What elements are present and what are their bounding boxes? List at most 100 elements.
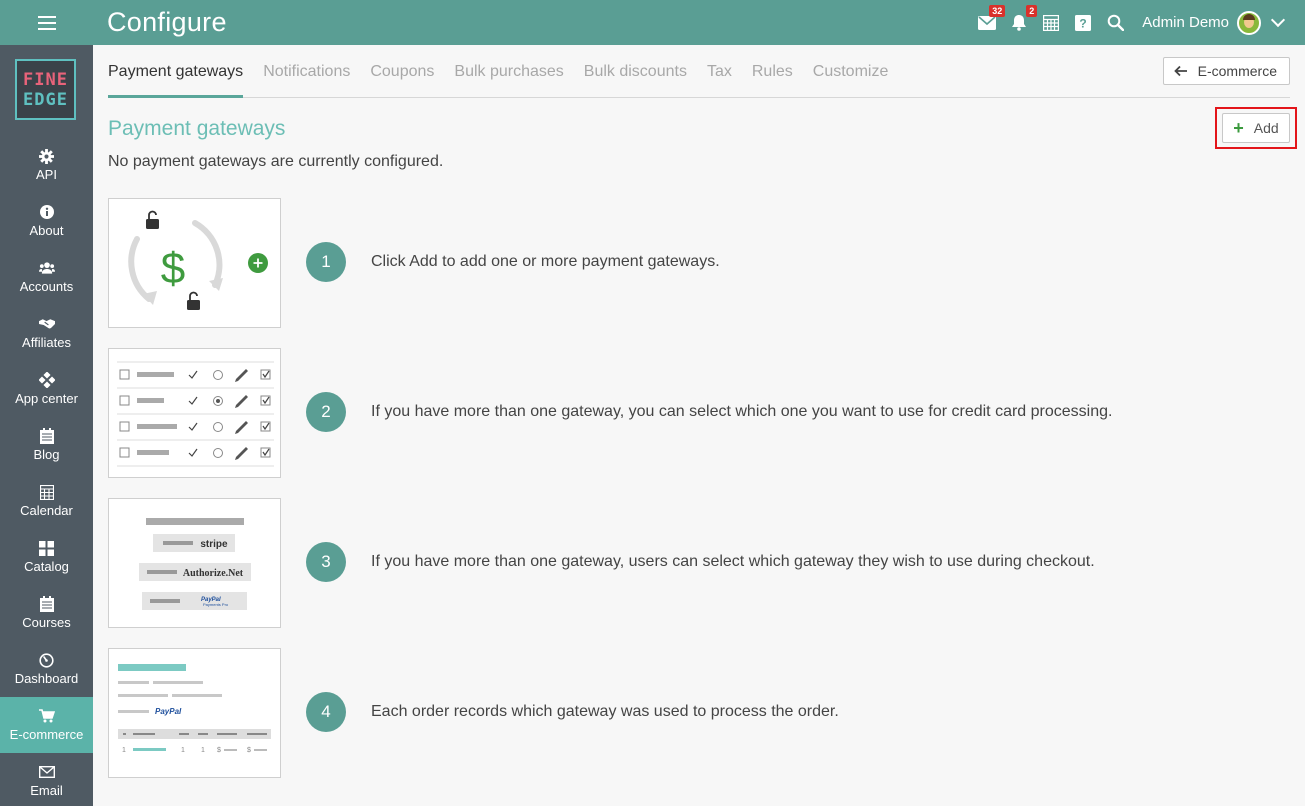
cart-icon: [38, 708, 55, 724]
sidebar-item-affiliates[interactable]: Affiliates: [0, 305, 93, 361]
authorize-net-logo: Authorize.Net: [183, 568, 244, 579]
empty-message: No payment gateways are currently config…: [108, 153, 444, 170]
tab-tax[interactable]: Tax: [707, 63, 732, 98]
sidebar-item-label: About: [29, 223, 64, 238]
mail-badge: 32: [989, 4, 1006, 17]
back-to-e-commerce-button[interactable]: E-commerce: [1162, 57, 1290, 85]
step-number: 4: [306, 692, 346, 732]
catalog-icon: [39, 540, 55, 556]
tab-rules[interactable]: Rules: [752, 63, 793, 98]
top-bar: Configure 32 2 ? Admin Demo: [0, 0, 1305, 45]
order-row-qty: 1: [122, 747, 126, 754]
help-button[interactable]: ?: [1074, 14, 1092, 32]
step-text: Click Add to add one or more payment gat…: [371, 253, 720, 270]
sidebar-item-label: Dashboard: [14, 671, 79, 686]
order-row-price: $: [217, 747, 221, 754]
notifications-button[interactable]: 2: [1010, 4, 1038, 32]
order-row-total: $: [247, 747, 251, 754]
step-text: If you have more than one gateway, users…: [371, 553, 1095, 570]
sidebar-item-dashboard[interactable]: Dashboard: [0, 641, 93, 697]
order-row-col1: 1: [181, 747, 185, 754]
step-3: stripe Authorize.Net PayPal Payments Pro…: [108, 498, 1290, 628]
dashboard-icon: [39, 652, 55, 668]
step-2: 2 If you have more than one gateway, you…: [108, 348, 1290, 478]
sidebar-item-e-commerce[interactable]: E-commerce: [0, 697, 93, 753]
add-button[interactable]: + Add: [1222, 113, 1290, 143]
sidebar-item-accounts[interactable]: Accounts: [0, 249, 93, 305]
sidebar-item-blog[interactable]: Blog: [0, 417, 93, 473]
sidebar-item-label: Accounts: [19, 279, 74, 294]
step-number: 1: [306, 242, 346, 282]
lock-icon: [187, 291, 200, 310]
sidebar-item-label: Calendar: [20, 503, 73, 518]
sidebar-item-email[interactable]: Email: [0, 753, 93, 806]
search-button[interactable]: [1106, 14, 1124, 32]
tab-notifications[interactable]: Notifications: [263, 63, 350, 98]
avatar[interactable]: [1237, 10, 1261, 35]
step-1: $ 1 Click Add to add one or more payment…: [108, 198, 1290, 328]
sidebar-item-courses[interactable]: Courses: [0, 585, 93, 641]
top-actions: 32 2 ? Admin Demo: [978, 0, 1305, 45]
sidebar-item-label: Catalog: [24, 559, 69, 574]
tab-coupons[interactable]: Coupons: [370, 63, 434, 98]
sidebar-item-app-center[interactable]: App center: [0, 361, 93, 417]
step-4-illustration: PayPal 1 1 1 $ $: [108, 648, 281, 778]
calendar-icon: [39, 484, 55, 500]
sidebar-item-label: App center: [15, 391, 78, 406]
user-name[interactable]: Admin Demo: [1142, 14, 1229, 31]
svg-text:?: ?: [1080, 16, 1087, 30]
step-number: 3: [306, 542, 346, 582]
step-4: PayPal 1 1 1 $ $ 4 Each order records wh…: [108, 648, 1290, 778]
sidebar-item-label: Courses: [22, 615, 71, 630]
menu-button[interactable]: [0, 0, 93, 45]
svg-text:$: $: [161, 244, 185, 293]
sidebar-item-calendar[interactable]: Calendar: [0, 473, 93, 529]
sidebar-item-label: API: [36, 167, 57, 182]
tab-payment-gateways[interactable]: Payment gateways: [108, 63, 244, 98]
diamond-grid-icon: [38, 372, 55, 388]
sidebar: FINE EDGE API About Accounts Affiliates …: [0, 45, 93, 806]
step-2-illustration: [108, 348, 281, 478]
paypal-logo: PayPal: [155, 707, 182, 716]
step-text: If you have more than one gateway, you c…: [371, 403, 1113, 420]
order-record-icon: PayPal 1 1 1 $ $: [118, 664, 271, 754]
mail-button[interactable]: 32: [978, 4, 1006, 32]
sidebar-item-label: Email: [30, 783, 63, 798]
bell-icon: [1012, 15, 1027, 31]
chevron-down-icon[interactable]: [1270, 12, 1286, 28]
users-icon: [38, 260, 55, 276]
gateway-choice-icon: stripe Authorize.Net PayPal Payments Pro: [139, 518, 251, 610]
step-3-illustration: stripe Authorize.Net PayPal Payments Pro: [108, 498, 281, 628]
order-row-col2: 1: [201, 747, 205, 754]
courses-icon: [39, 596, 55, 612]
mail-icon: [978, 15, 997, 30]
logo-line1: FINE: [23, 69, 68, 90]
email-icon: [38, 764, 55, 780]
handshake-icon: [38, 316, 55, 332]
step-text: Each order records which gateway was use…: [371, 703, 839, 720]
section-title: Payment gateways: [108, 117, 286, 140]
paypal-pro-subtitle: Payments Pro: [203, 602, 229, 607]
calendar-button[interactable]: [1042, 14, 1060, 32]
sidebar-item-api[interactable]: API: [0, 137, 93, 193]
calendar-grid-icon: [1043, 14, 1060, 31]
tab-bulk-purchases[interactable]: Bulk purchases: [454, 63, 563, 98]
back-button-label: E-commerce: [1197, 63, 1277, 79]
help-icon: ?: [1075, 14, 1092, 31]
sidebar-item-about[interactable]: About: [0, 193, 93, 249]
sidebar-nav: API About Accounts Affiliates App center…: [0, 137, 93, 806]
logo[interactable]: FINE EDGE: [15, 59, 76, 120]
plus-icon: +: [1233, 118, 1244, 138]
page-title: Configure: [107, 7, 227, 37]
tab-customize[interactable]: Customize: [813, 63, 889, 98]
sidebar-item-label: Affiliates: [22, 335, 71, 350]
sidebar-item-catalog[interactable]: Catalog: [0, 529, 93, 585]
avatar-hair: [1243, 13, 1255, 20]
stripe-logo: stripe: [200, 539, 228, 550]
blog-icon: [39, 428, 55, 444]
gateway-table-icon: [117, 361, 274, 467]
step-1-illustration: $: [108, 198, 281, 328]
tab-bar: Payment gateways Notifications Coupons B…: [108, 45, 1290, 98]
tab-bulk-discounts[interactable]: Bulk discounts: [584, 63, 687, 98]
sidebar-item-label: Blog: [33, 447, 60, 462]
